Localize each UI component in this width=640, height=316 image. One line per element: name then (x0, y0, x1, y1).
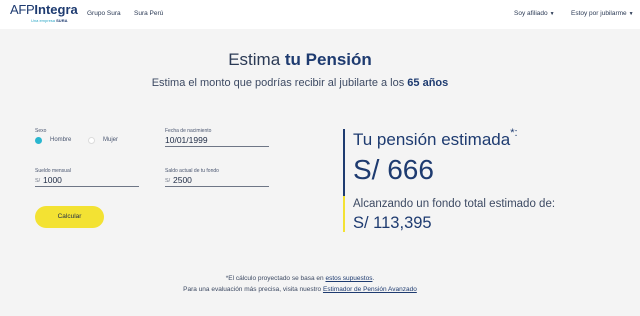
page-title: Estima tu Pensión (0, 50, 600, 70)
afp-integra-logo[interactable]: AFPIntegra Una empresa SURA (10, 3, 78, 24)
fecha-nacimiento-label: Fecha de nacimiento (165, 128, 212, 134)
sexo-label: Sexo (35, 128, 47, 134)
chevron-down-icon: ▼ (628, 11, 634, 17)
disclaimer-line-1: *El cálculo proyectado se basa en estos … (0, 275, 600, 282)
sueldo-mensual-value: 1000 (43, 175, 62, 185)
page-subtitle-plain: Estima el monto que podrías recibir al j… (151, 77, 408, 89)
disclaimer-line-2: Para una evaluación más precisa, visita … (0, 286, 600, 293)
sueldo-mensual-field[interactable]: S/1000 (35, 175, 139, 187)
fecha-nacimiento-value: 10/01/1999 (165, 135, 208, 145)
nav-link-grupo-sura[interactable]: Grupo Sura (87, 10, 121, 17)
radio-hombre-label[interactable]: Hombre (50, 137, 71, 143)
fund-accent-bar (343, 196, 345, 232)
fondo-total-label: Alcanzando un fondo total estimado de: (353, 198, 556, 210)
nav-menu-estoy-por-jubilarme-label: Estoy por jubilarme (571, 10, 627, 17)
sueldo-currency-prefix: S/ (35, 178, 41, 184)
page-subtitle-bold: 65 años (407, 77, 449, 89)
sueldo-mensual-label: Sueldo mensual (35, 168, 71, 174)
radio-mujer-label[interactable]: Mujer (103, 137, 118, 143)
page-title-bold: tu Pensión (284, 50, 372, 69)
disclaimer-line-1-end: . (372, 275, 375, 282)
radio-hombre[interactable] (35, 137, 42, 144)
disclaimer-line-2-text: Para una evaluación más precisa, visita … (183, 286, 323, 293)
nav-menu-soy-afiliado[interactable]: Soy afiliado ▼ (514, 10, 555, 17)
calcular-button[interactable]: Calcular (35, 206, 104, 228)
nav-menu-soy-afiliado-label: Soy afiliado (514, 10, 548, 17)
logo-tagline: Una empresa SURA (31, 18, 67, 23)
chevron-down-icon: ▼ (549, 11, 555, 17)
top-navigation-bar: AFPIntegra Una empresa SURA Grupo Sura S… (0, 0, 640, 29)
disclaimer-line-1-text: *El cálculo proyectado se basa en (225, 275, 326, 282)
pension-estimada-title: Tu pensión estimada*: (353, 127, 518, 150)
estos-supuestos-link[interactable]: estos supuestos (325, 275, 372, 282)
fondo-total-value: S/ 113,395 (353, 214, 432, 232)
saldo-actual-value: 2500 (173, 175, 192, 185)
logo-afp-text: AFP (10, 2, 35, 17)
page-subtitle: Estima el monto que podrías recibir al j… (0, 77, 600, 89)
nav-link-sura-peru[interactable]: Sura Perú (134, 10, 163, 17)
pension-estimada-title-mark: *: (510, 127, 518, 139)
saldo-actual-label: Saldo actual de tu fondo (165, 168, 219, 174)
logo-tagline-prefix: Una empresa (31, 18, 56, 23)
saldo-currency-prefix: S/ (165, 178, 171, 184)
estimador-avanzado-link[interactable]: Estimador de Pensión Avanzado (323, 286, 417, 293)
pension-estimada-title-text: Tu pensión estimada (353, 130, 511, 149)
pension-estimada-value: S/ 666 (353, 154, 434, 185)
saldo-actual-field[interactable]: S/2500 (165, 175, 269, 187)
radio-mujer[interactable] (88, 137, 95, 144)
logo-integra-text: Integra (34, 2, 78, 17)
page-title-plain: Estima (228, 50, 285, 69)
nav-menu-estoy-por-jubilarme[interactable]: Estoy por jubilarme ▼ (571, 10, 634, 17)
logo-wordmark: AFPIntegra (10, 3, 78, 17)
fecha-nacimiento-field[interactable]: 10/01/1999 (165, 135, 269, 147)
logo-tagline-brand: SURA (56, 18, 68, 23)
